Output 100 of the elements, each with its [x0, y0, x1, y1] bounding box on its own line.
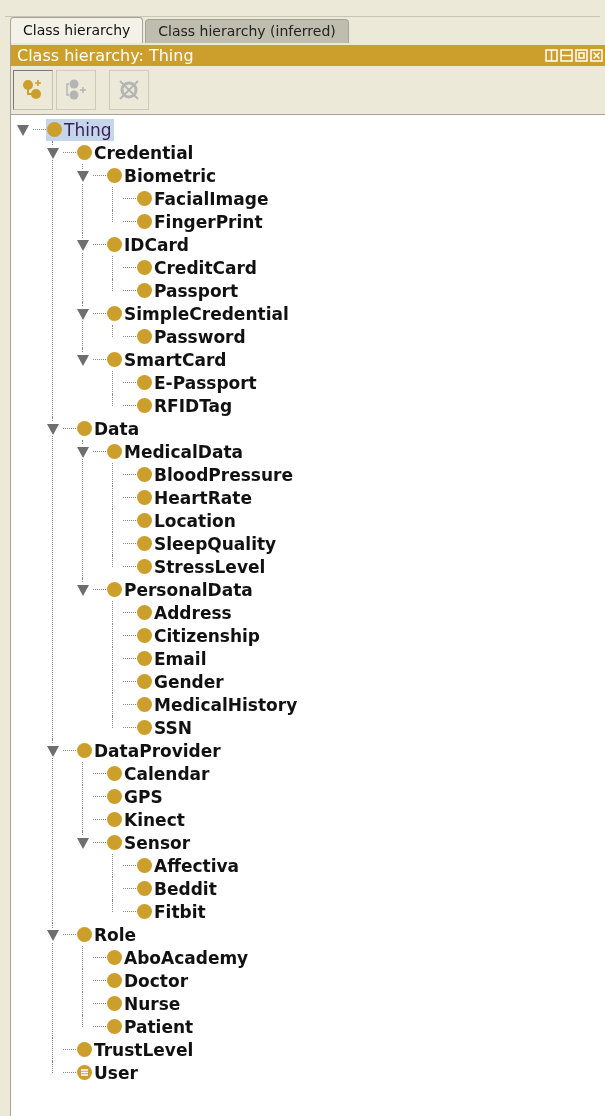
class-icon [137, 536, 152, 551]
class-node[interactable]: BloodPressure [136, 463, 296, 486]
class-icon [107, 237, 122, 252]
class-icon [137, 490, 152, 505]
class-node[interactable]: Citizenship [136, 624, 263, 647]
class-node[interactable]: Patient [106, 1015, 197, 1038]
class-node[interactable]: GPS [106, 785, 166, 808]
class-node[interactable]: Credential [76, 141, 197, 164]
class-icon [137, 467, 152, 482]
class-node[interactable]: Location [136, 509, 239, 532]
class-node[interactable]: Address [136, 601, 235, 624]
class-node[interactable]: AboAcademy [106, 946, 252, 969]
class-node[interactable]: SSN [136, 716, 195, 739]
class-icon [107, 950, 122, 965]
class-icon [107, 973, 122, 988]
tab[interactable]: Class hierarchy [10, 17, 144, 43]
class-label: Passport [154, 280, 239, 301]
toolbar-button[interactable] [13, 70, 53, 110]
class-icon [137, 283, 152, 298]
class-icon [137, 329, 152, 344]
class-label: Gender [154, 671, 224, 692]
class-label: Password [154, 326, 246, 347]
class-label: HeartRate [154, 487, 252, 508]
class-node[interactable]: MedicalData [106, 440, 246, 463]
class-node[interactable]: User [76, 1061, 141, 1084]
class-label: MedicalHistory [154, 694, 298, 715]
class-label: Doctor [124, 970, 189, 991]
class-label: SmartCard [124, 349, 227, 370]
class-label: SimpleCredential [124, 303, 289, 324]
class-node[interactable]: Beddit [136, 877, 220, 900]
class-node[interactable]: Nurse [106, 992, 184, 1015]
class-node[interactable]: HeartRate [136, 486, 255, 509]
class-label: Sensor [124, 832, 191, 853]
class-node[interactable]: Gender [136, 670, 227, 693]
class-icon [107, 582, 122, 597]
class-icon [107, 444, 122, 459]
class-node[interactable]: FacialImage [136, 187, 272, 210]
class-label: PersonalData [124, 579, 253, 600]
class-label: AboAcademy [124, 947, 249, 968]
class-node[interactable]: MedicalHistory [136, 693, 301, 716]
class-icon [137, 398, 152, 413]
equivalent-class-icon [77, 1065, 92, 1080]
class-label: Role [94, 924, 137, 945]
class-icon [77, 1042, 92, 1057]
tab[interactable]: Class hierarchy (inferred) [145, 19, 349, 43]
class-icon [107, 1019, 122, 1034]
class-label: Nurse [124, 993, 181, 1014]
class-node[interactable]: TrustLevel [76, 1038, 197, 1061]
class-label: FacialImage [154, 188, 269, 209]
class-node[interactable]: Role [76, 923, 140, 946]
class-label: MedicalData [124, 441, 243, 462]
class-node[interactable]: SimpleCredential [106, 302, 292, 325]
class-label: User [94, 1062, 138, 1083]
class-label: IDCard [124, 234, 189, 255]
class-node[interactable]: PersonalData [106, 578, 256, 601]
class-node[interactable]: E-Passport [136, 371, 260, 394]
class-icon [137, 214, 152, 229]
class-node[interactable]: Sensor [106, 831, 194, 854]
class-label: BloodPressure [154, 464, 293, 485]
class-node[interactable]: Fitbit [136, 900, 209, 923]
class-node[interactable]: Data [76, 417, 143, 440]
class-icon [107, 789, 122, 804]
class-node[interactable]: StressLevel [136, 555, 269, 578]
class-icon [137, 858, 152, 873]
class-node[interactable]: SmartCard [106, 348, 230, 371]
class-icon [77, 145, 92, 160]
class-node[interactable]: Calendar [106, 762, 213, 785]
class-label: SSN [154, 717, 192, 738]
class-node[interactable]: CreditCard [136, 256, 260, 279]
class-node[interactable]: Email [136, 647, 210, 670]
class-icon [137, 651, 152, 666]
class-label: TrustLevel [94, 1039, 194, 1060]
class-label: Patient [124, 1016, 194, 1037]
class-node[interactable]: Thing [46, 118, 115, 141]
class-icon [107, 306, 122, 321]
class-node[interactable]: Passport [136, 279, 242, 302]
class-icon [137, 674, 152, 689]
class-node[interactable]: FingerPrint [136, 210, 266, 233]
class-icon [137, 720, 152, 735]
class-node[interactable]: Password [136, 325, 249, 348]
class-node[interactable]: DataProvider [76, 739, 224, 762]
class-icon [137, 191, 152, 206]
class-label: Kinect [124, 809, 185, 830]
class-node[interactable]: SleepQuality [136, 532, 280, 555]
class-icon [107, 812, 122, 827]
class-node[interactable]: RFIDTag [136, 394, 236, 417]
class-node[interactable]: Kinect [106, 808, 188, 831]
class-node[interactable]: Doctor [106, 969, 192, 992]
class-label: StressLevel [154, 556, 266, 577]
class-label: Fitbit [154, 901, 206, 922]
class-icon [137, 697, 152, 712]
class-icon [137, 605, 152, 620]
class-label: DataProvider [94, 740, 221, 761]
class-icon [107, 766, 122, 781]
class-label: CreditCard [154, 257, 257, 278]
class-icon [137, 513, 152, 528]
class-node[interactable]: Biometric [106, 164, 220, 187]
class-node[interactable]: Affectiva [136, 854, 243, 877]
class-label: Thing [64, 119, 112, 140]
class-node[interactable]: IDCard [106, 233, 192, 256]
